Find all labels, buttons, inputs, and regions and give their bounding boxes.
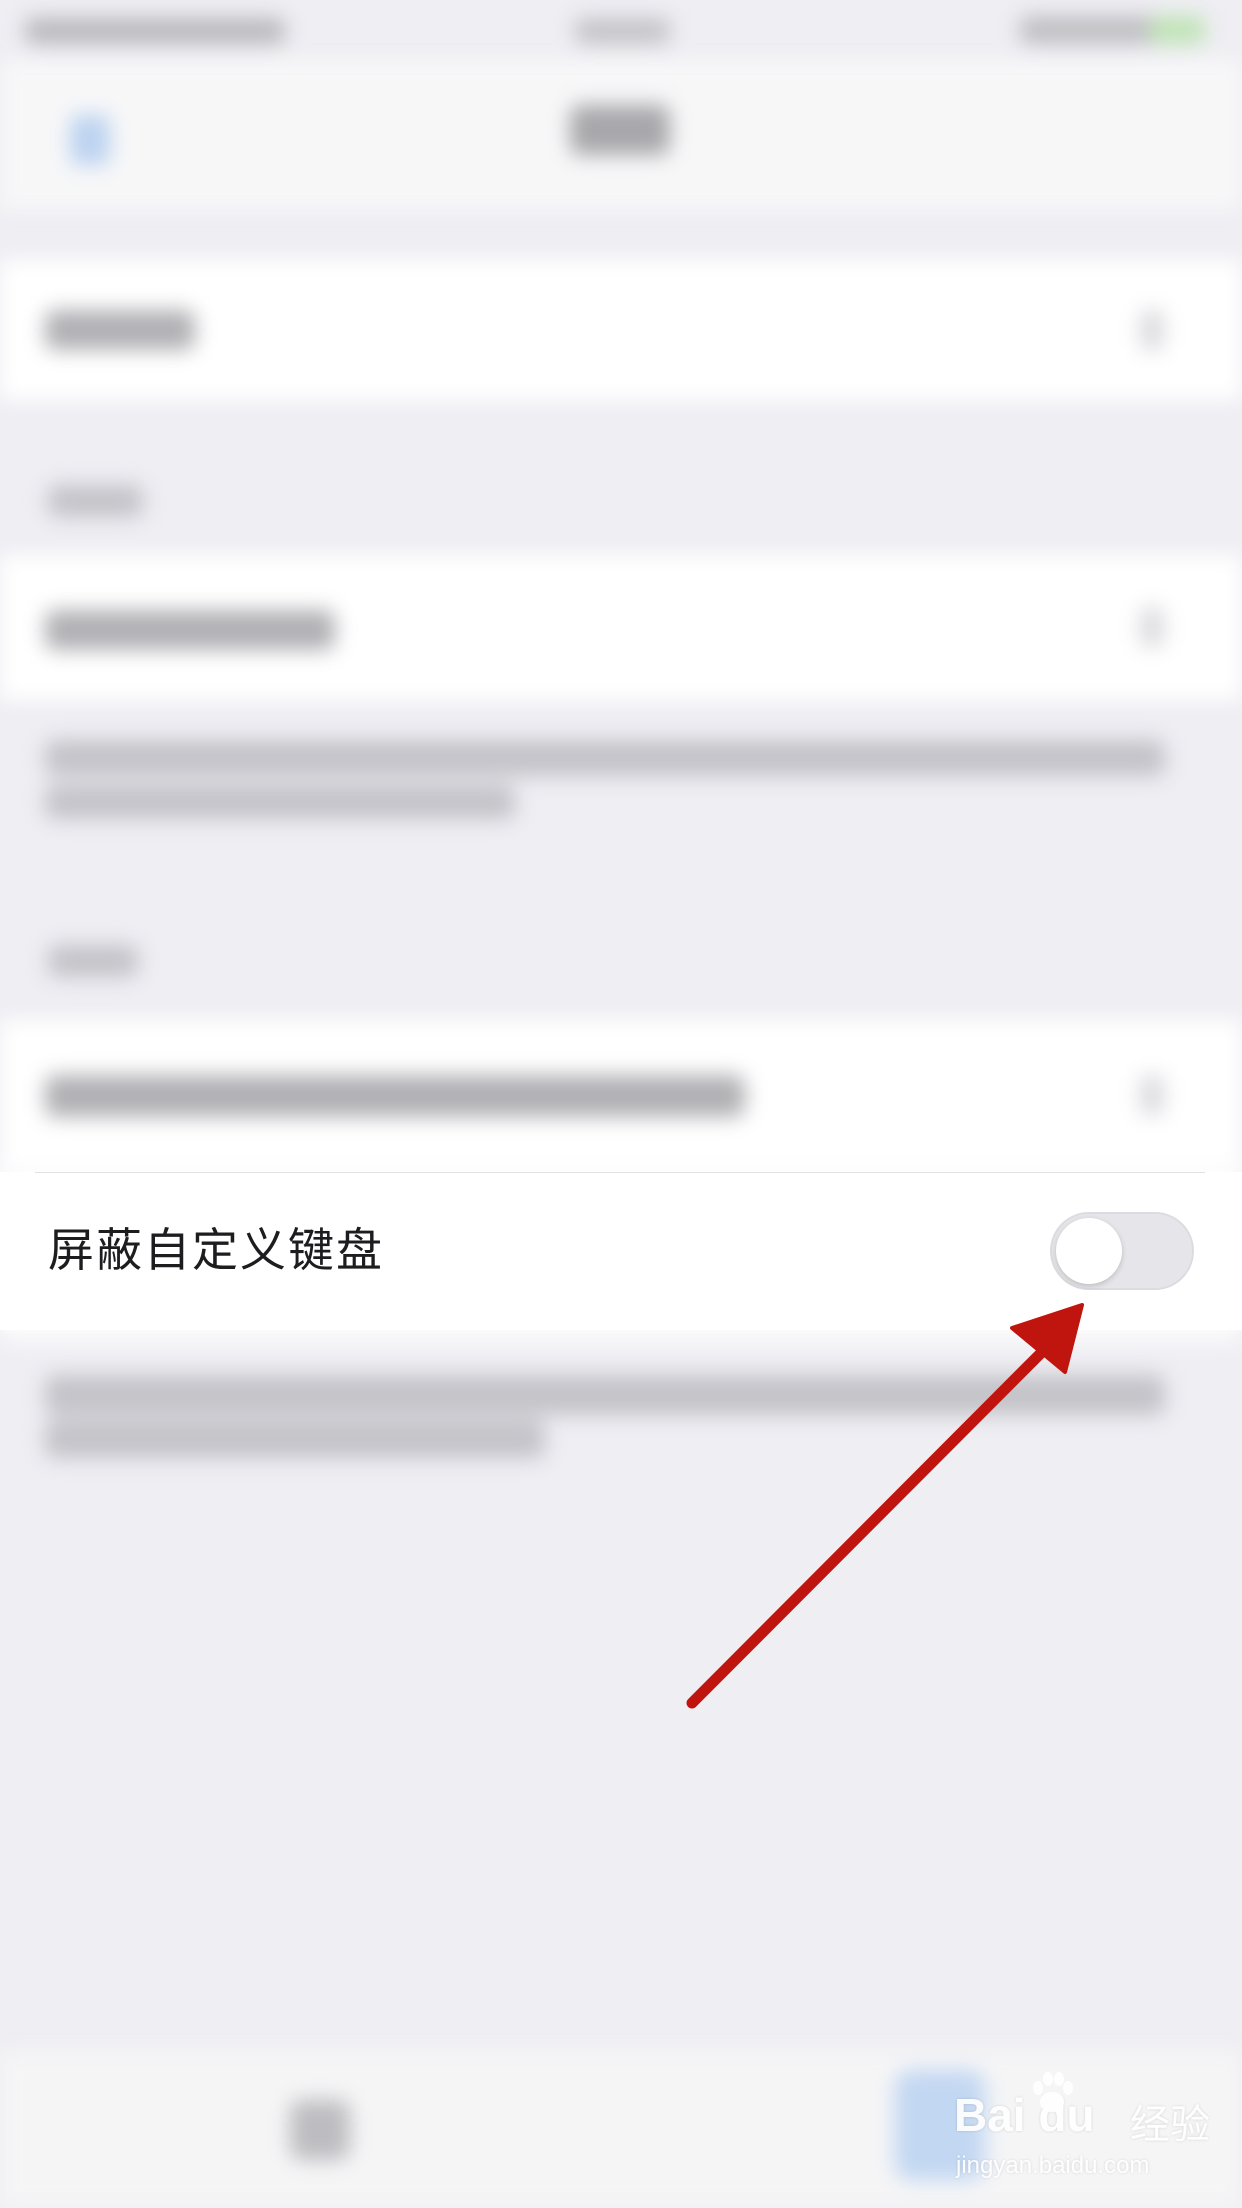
status-bar (0, 0, 1242, 60)
chevron-right-icon (1140, 310, 1164, 350)
paw-icon (1033, 2072, 1073, 2112)
watermark-url: jingyan.baidu.com (956, 2152, 1150, 2179)
blurred-footnote-line-1 (45, 740, 1165, 776)
tab-icon[interactable] (290, 2100, 350, 2160)
row-label: 屏蔽自定义键盘 (48, 1223, 384, 1277)
blurred-footnote-line-3 (45, 1375, 1165, 1415)
blurred-section-header (48, 485, 143, 517)
blurred-cell-3[interactable] (0, 1020, 1242, 1172)
toggle-knob[interactable] (1056, 1218, 1122, 1284)
block-custom-keyboard-toggle[interactable] (1050, 1212, 1194, 1290)
blurred-background (0, 0, 1242, 2208)
status-left-blur (25, 18, 285, 44)
back-icon[interactable] (70, 115, 110, 165)
navigation-bar (0, 60, 1242, 210)
blurred-text (45, 610, 335, 650)
blurred-section-header (48, 945, 138, 977)
blurred-footnote-line-2 (45, 785, 515, 819)
battery-icon (1150, 16, 1205, 44)
blurred-text (45, 1075, 745, 1117)
blurred-cell-2[interactable] (0, 555, 1242, 700)
baidu-jingyan-watermark: Bai du 经验 jingyan.baidu.com (950, 2070, 1220, 2200)
settings-page: 屏蔽自定义键盘 Bai du 经验 jingyan.baidu.com (0, 0, 1242, 2208)
row-divider (35, 1172, 1205, 1173)
blurred-text (45, 310, 195, 350)
nav-title-blur (570, 105, 670, 155)
chevron-right-icon (1140, 607, 1164, 647)
settings-row-block-custom-keyboard: 屏蔽自定义键盘 (0, 1172, 1242, 1330)
status-center-blur (575, 18, 670, 44)
watermark-product: 经验 (1130, 2102, 1210, 2148)
chevron-right-icon (1140, 1075, 1164, 1115)
blurred-footnote-line-4 (45, 1420, 545, 1458)
blurred-cell-1[interactable] (0, 260, 1242, 400)
